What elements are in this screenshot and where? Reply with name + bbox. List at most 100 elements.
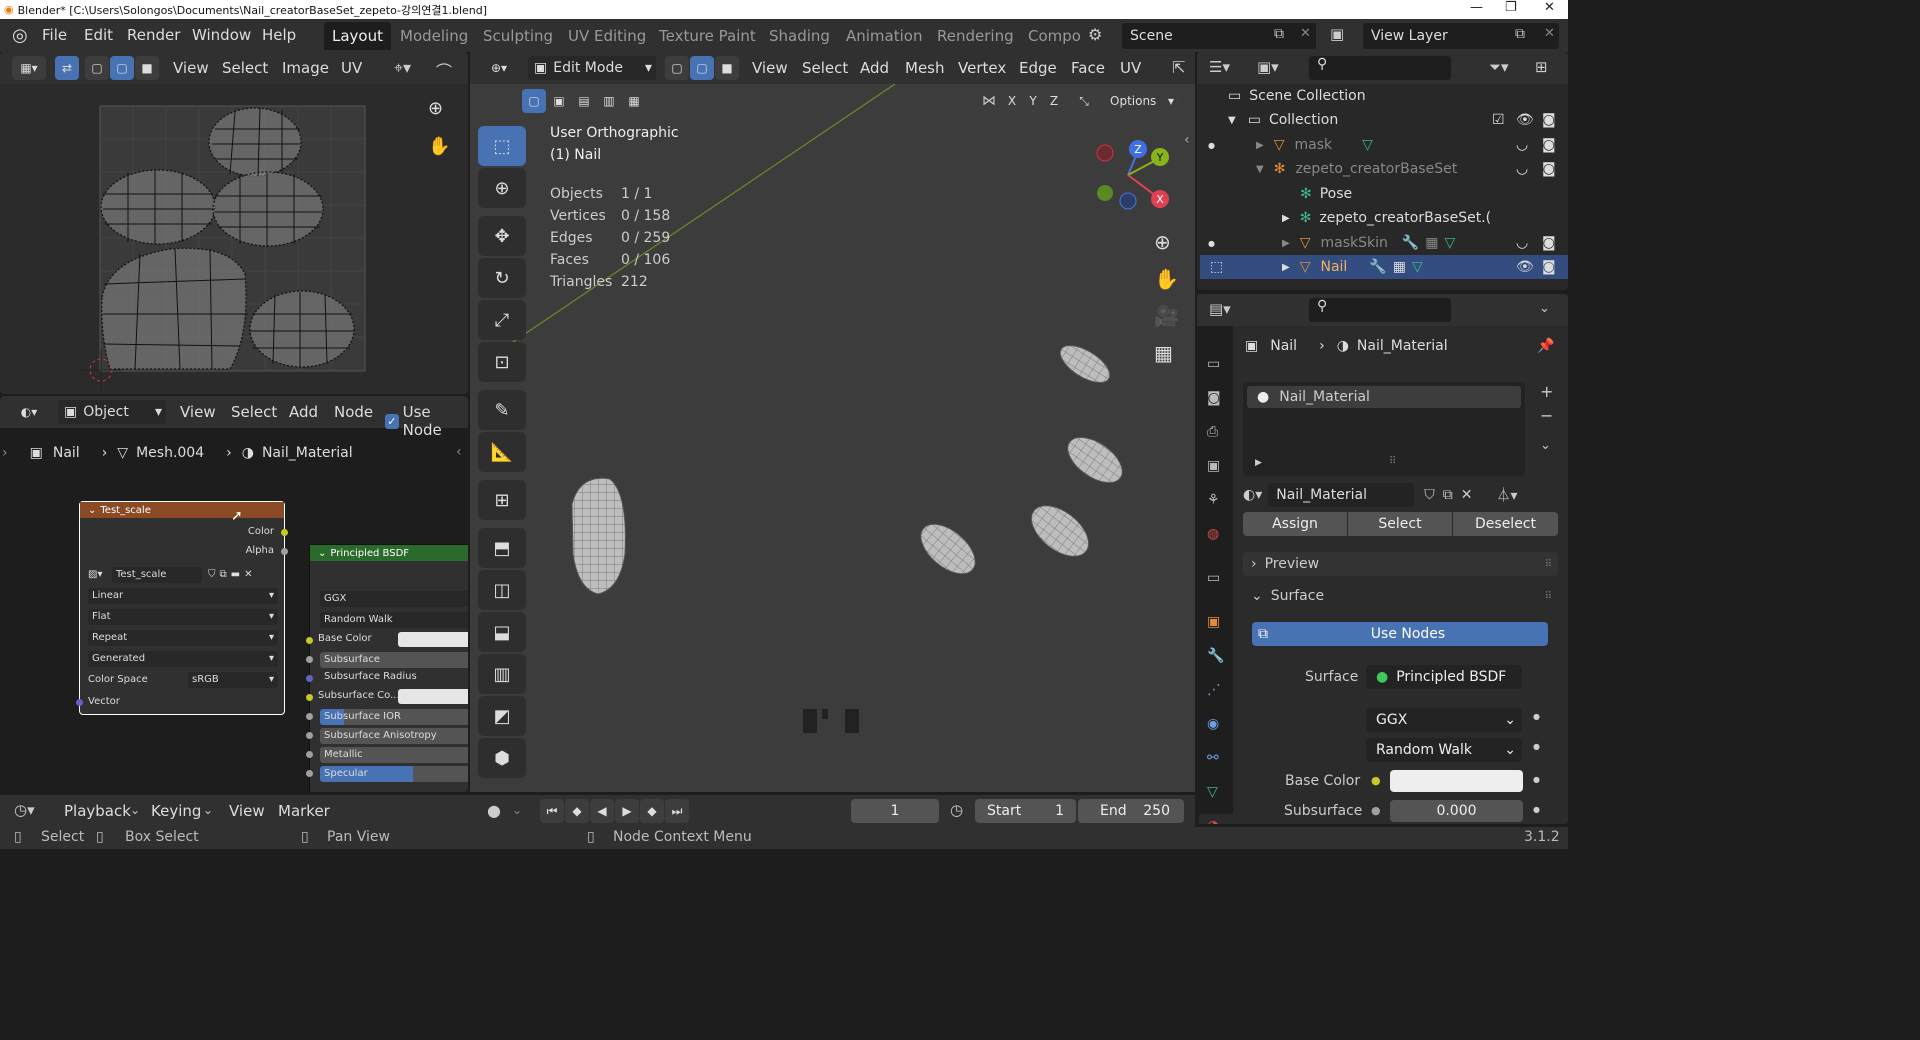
outliner-item-pose[interactable]: ✻ Pose	[1200, 182, 1568, 206]
keyframe-dot-icon[interactable]: ●	[1533, 775, 1540, 784]
menu-help[interactable]: Help	[262, 26, 296, 44]
play-icon[interactable]: ▶	[615, 799, 639, 823]
scene-selector[interactable]: Scene	[1122, 23, 1316, 49]
menu-edit[interactable]: Edit	[84, 26, 113, 44]
extension-dropdown[interactable]: Repeat ▾	[88, 630, 278, 646]
unlink-material-icon[interactable]: ✕	[1461, 487, 1473, 503]
collapse-node-icon[interactable]: ⌄	[88, 505, 96, 516]
blender-menu-icon[interactable]: ◎	[12, 25, 28, 46]
tab-data-icon[interactable]: ▽	[1207, 784, 1218, 800]
bsdf-subsurface-method-dropdown[interactable]: Random Walk	[320, 612, 468, 628]
tab-object-icon[interactable]: ▣	[1207, 614, 1220, 630]
edit-mode-icon[interactable]: ⬚	[1210, 259, 1223, 275]
vp-menu-face[interactable]: Face	[1071, 59, 1105, 77]
camera-icon[interactable]: ◙	[1542, 235, 1556, 251]
metallic-field[interactable]: Metallic	[320, 747, 468, 763]
specular-socket[interactable]	[306, 770, 313, 777]
jump-end-icon[interactable]: ⏭	[665, 799, 689, 823]
outliner-item-scene-collection[interactable]: ▭ Scene Collection	[1200, 84, 1568, 108]
maximize-button[interactable]: ❐	[1505, 0, 1517, 15]
eye-icon[interactable]: 👁	[1516, 112, 1534, 128]
subsurface-field[interactable]: Subsurface	[320, 652, 468, 668]
bsdf-distribution-dropdown[interactable]: GGX	[320, 591, 468, 607]
view-layer-icon[interactable]: ▣	[1330, 25, 1344, 43]
transform-tool-icon[interactable]: ⊡	[478, 342, 526, 382]
subsurface-color-swatch[interactable]	[398, 689, 468, 704]
viewport-editor-type-icon[interactable]: ⊕▾	[482, 56, 516, 80]
unlink-icon[interactable]: ✕	[244, 569, 252, 580]
material-slot-item[interactable]: ● Nail_Material	[1247, 386, 1521, 408]
nail-meshes[interactable]	[470, 84, 1195, 792]
output-alpha-socket[interactable]	[281, 548, 288, 555]
delete-scene-icon[interactable]: ✕	[1300, 26, 1311, 41]
bevel-tool-icon[interactable]: ⬓	[478, 612, 526, 652]
tab-texture-paint[interactable]: Texture Paint	[651, 22, 764, 50]
shader-editor-type-icon[interactable]: ◐▾	[12, 400, 46, 424]
vertex-mode-icon[interactable]: ▢	[665, 56, 689, 80]
tab-compositing[interactable]: Compo	[1020, 22, 1089, 50]
source-dropdown[interactable]: Generated ▾	[88, 651, 278, 667]
material-browse-icon[interactable]: ◐▾	[1243, 487, 1262, 503]
use-nodes-button[interactable]: ⧉ Use Nodes	[1252, 622, 1548, 646]
tab-material-active[interactable]: ◕	[1199, 814, 1233, 824]
display-mode-icon[interactable]: ▣▾	[1257, 58, 1279, 76]
3d-viewport[interactable]: ⊕▾ ▣ Edit Mode ▾ ▢ ▢ ■ View Select Add M…	[470, 52, 1195, 792]
add-cube-tool-icon[interactable]: ⊞	[478, 480, 526, 520]
move-tool-icon[interactable]: ✥	[478, 216, 526, 256]
timeline-editor-icon[interactable]: ◷▾	[14, 801, 35, 819]
tab-layout[interactable]: Layout	[324, 22, 391, 50]
face-select-icon[interactable]: ■	[135, 56, 159, 80]
base-color-socket[interactable]	[306, 637, 313, 644]
play-reverse-icon[interactable]: ◀	[590, 799, 614, 823]
edit-mode-dropdown[interactable]: ▣ Edit Mode ▾	[528, 56, 656, 80]
surface-shader-field[interactable]: ● Principled BSDF	[1366, 665, 1522, 689]
tab-modeling[interactable]: Modeling	[392, 22, 476, 50]
zoom-icon[interactable]: ⊕	[428, 98, 443, 119]
subsurface-radius-socket[interactable]	[306, 675, 313, 682]
outliner-item-zepeto-creatorbaseset[interactable]: ▼ ✻ zepeto_creatorBaseSet ◡ ◙	[1200, 157, 1568, 181]
timeline-menu-keying[interactable]: Keying	[151, 802, 201, 820]
edge-select-icon[interactable]: ▢	[110, 56, 134, 80]
menu-render[interactable]: Render	[127, 26, 180, 44]
base-color-swatch[interactable]	[398, 632, 468, 647]
properties-editor-icon[interactable]: ▤▾	[1209, 300, 1231, 318]
tab-rendering[interactable]: Rendering	[929, 22, 1022, 50]
outliner-item-armature-data[interactable]: ▶ ✻ zepeto_creatorBaseSet.(	[1200, 206, 1568, 230]
tab-scene-icon[interactable]: ⚘	[1207, 492, 1220, 508]
object-mode-dropdown[interactable]: ▣ Object ▾	[58, 400, 166, 424]
subsurface-anisotropy-socket[interactable]	[306, 732, 313, 739]
viewport-overlay-icon[interactable]: ⇱	[1172, 58, 1185, 77]
uv-menu-select[interactable]: Select	[222, 59, 268, 77]
loop-cut-tool-icon[interactable]: ▥	[478, 654, 526, 694]
delete-view-layer-icon[interactable]: ✕	[1544, 26, 1555, 41]
tab-render-icon[interactable]: ◙	[1207, 390, 1221, 406]
drag-handle-icon[interactable]: ⠿	[1545, 559, 1552, 570]
keyframe-dot-icon[interactable]: ●	[1533, 712, 1540, 721]
tab-tool-icon[interactable]: ▭	[1207, 356, 1220, 372]
vp-menu-add[interactable]: Add	[860, 59, 889, 77]
collapse-node-icon[interactable]: ⌄	[318, 548, 326, 559]
select-box-tool-icon[interactable]: ⬚	[478, 126, 526, 166]
expand-icon[interactable]: ▼	[1256, 164, 1264, 175]
poly-build-tool-icon[interactable]: ⬢	[478, 738, 526, 778]
next-keyframe-icon[interactable]: ◆	[640, 799, 664, 823]
output-color-socket[interactable]	[281, 529, 288, 536]
eye-closed-icon[interactable]: ◡	[1516, 161, 1528, 177]
assign-button[interactable]: Assign	[1243, 512, 1347, 536]
drag-handle-icon[interactable]: ⠿	[1545, 591, 1552, 602]
extrude-tool-icon[interactable]: ⬒	[478, 528, 526, 568]
camera-icon[interactable]: ◙	[1542, 137, 1556, 153]
material-type-icon[interactable]: ⏃▾	[1496, 485, 1517, 505]
close-window-button[interactable]: ✕	[1544, 0, 1555, 15]
uv-canvas[interactable]	[0, 84, 468, 394]
knife-tool-icon[interactable]: ◩	[478, 696, 526, 736]
eye-closed-icon[interactable]: ◡	[1516, 235, 1528, 251]
remove-slot-icon[interactable]: −	[1540, 406, 1553, 425]
cursor-tool-icon[interactable]: ⊕	[478, 168, 526, 208]
uv-menu-view[interactable]: View	[173, 59, 209, 77]
subsurface-ior-socket[interactable]	[306, 713, 313, 720]
resize-handle-icon[interactable]: ⠿	[1389, 456, 1396, 467]
measure-tool-icon[interactable]: 📐	[478, 432, 526, 472]
tab-modifiers-icon[interactable]: 🔧	[1207, 648, 1224, 664]
camera-icon[interactable]: ◙	[1542, 161, 1556, 177]
